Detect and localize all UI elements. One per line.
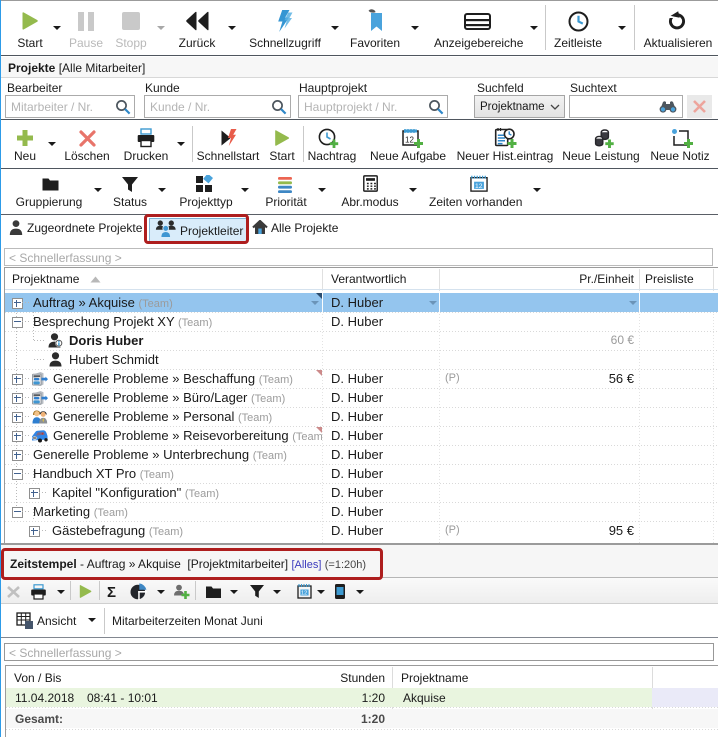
svg-text:12: 12 xyxy=(475,183,483,190)
svg-text:12: 12 xyxy=(405,136,414,145)
svg-text:12: 12 xyxy=(301,591,307,597)
